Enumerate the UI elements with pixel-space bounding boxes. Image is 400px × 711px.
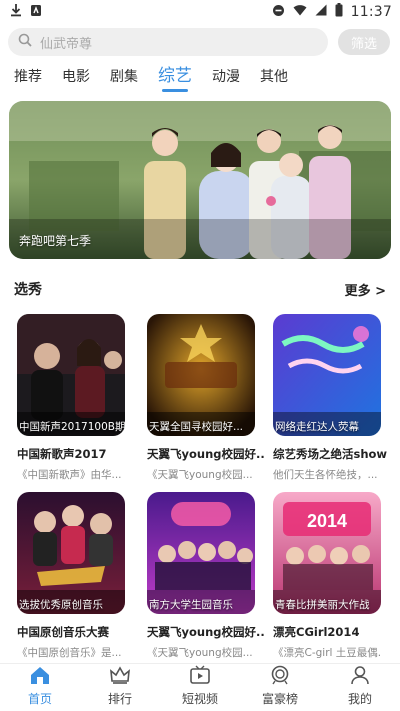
- search-input[interactable]: 仙武帝尊: [8, 28, 328, 56]
- show-card[interactable]: 天翼全国寻校园好... 天翼飞young校园好... 《天翼飞young校园..…: [147, 314, 265, 482]
- show-thumbnail: 南方大学生园音乐: [147, 492, 255, 614]
- show-card[interactable]: 网络走红达人荧幕 综艺秀场之绝活show 他们天生各怀绝技，...: [273, 314, 387, 482]
- tab-anime[interactable]: 动漫: [212, 66, 240, 92]
- show-title: 综艺秀场之绝活show: [273, 447, 388, 461]
- tab-series[interactable]: 剧集: [110, 66, 138, 92]
- nav-home-label: 首页: [27, 692, 52, 706]
- show-title: 漂亮CGirl2014: [273, 625, 360, 639]
- nav-profile-label: 我的: [347, 692, 372, 706]
- status-bar: 11:37: [0, 0, 400, 24]
- show-thumbnail: 网络走红达人荧幕: [273, 314, 381, 436]
- show-card[interactable]: 2014 青春比拼美丽大作战 漂亮CGirl2014 《漂亮C-girl 土豆最…: [273, 492, 381, 660]
- show-title: 中国原创音乐大赛: [17, 625, 109, 639]
- tab-movies[interactable]: 电影: [62, 66, 90, 92]
- show-description: 《中国新歌声》由华...: [17, 469, 122, 481]
- show-description: 《天翼飞young校园...: [147, 647, 253, 659]
- search-icon: [18, 33, 40, 51]
- thumbnail-caption: 青春比拼美丽大作战: [275, 599, 370, 611]
- video-icon: [189, 665, 211, 690]
- section-header: 选秀 更多 >: [14, 279, 386, 299]
- show-description: 他们天生各怀绝技，...: [273, 469, 378, 481]
- nav-rich-list-label: 富豪榜: [261, 692, 298, 706]
- download-icon: [10, 3, 22, 21]
- medal-icon: [269, 665, 291, 690]
- show-title: 天翼飞young校园好...: [147, 625, 265, 639]
- search-placeholder: 仙武帝尊: [40, 36, 93, 52]
- category-tabs: 推荐 电影 剧集 综艺 动漫 其他: [14, 62, 308, 92]
- do-not-disturb-icon: [272, 4, 285, 21]
- nav-rich-list[interactable]: 富豪榜: [240, 664, 320, 711]
- nav-profile[interactable]: 我的: [320, 664, 400, 711]
- nav-short-video-label: 短视频: [181, 692, 218, 706]
- nav-home[interactable]: 首页: [0, 664, 80, 711]
- app-notification-icon: [30, 4, 42, 21]
- svg-text:2014: 2014: [307, 511, 347, 531]
- show-thumbnail: 中国新声2017100B期: [17, 314, 125, 436]
- nav-ranking[interactable]: 排行: [80, 664, 160, 711]
- show-thumbnail: 2014 青春比拼美丽大作战: [273, 492, 381, 614]
- show-card[interactable]: 选拔优秀原创音乐 中国原创音乐大赛 《中国原创音乐》是...: [17, 492, 125, 660]
- bottom-navigation: 首页 排行 短视频 富豪榜 我的: [0, 663, 400, 711]
- thumbnail-caption: 中国新声2017100B期: [19, 421, 125, 433]
- show-thumbnail: 选拔优秀原创音乐: [17, 492, 125, 614]
- thumbnail-caption: 天翼全国寻校园好...: [149, 421, 244, 433]
- featured-banner[interactable]: 奔跑吧第七季: [9, 101, 391, 259]
- wifi-icon: [293, 4, 307, 20]
- show-card[interactable]: 中国新声2017100B期 中国新歌声2017 《中国新歌声》由华...: [17, 314, 125, 482]
- crown-icon: [109, 665, 131, 690]
- tab-other[interactable]: 其他: [260, 66, 288, 92]
- tab-variety[interactable]: 综艺: [158, 61, 192, 92]
- thumbnail-caption: 网络走红达人荧幕: [275, 421, 359, 433]
- show-card[interactable]: 南方大学生园音乐 天翼飞young校园好... 《天翼飞young校园...: [147, 492, 265, 660]
- show-description: 《中国原创音乐》是...: [17, 647, 122, 659]
- search-row: 仙武帝尊 筛选: [8, 28, 392, 56]
- thumbnail-caption: 南方大学生园音乐: [149, 599, 233, 611]
- nav-short-video[interactable]: 短视频: [160, 664, 240, 711]
- show-title: 天翼飞young校园好...: [147, 447, 265, 461]
- more-link[interactable]: 更多 >: [345, 280, 386, 299]
- thumbnail-caption: 选拔优秀原创音乐: [19, 599, 103, 611]
- profile-icon: [349, 665, 371, 690]
- filter-button[interactable]: 筛选: [338, 29, 390, 55]
- battery-icon: [335, 3, 343, 21]
- status-time: 11:37: [350, 4, 392, 20]
- show-description: 《天翼飞young校园...: [147, 469, 253, 481]
- tab-recommend[interactable]: 推荐: [14, 66, 42, 92]
- signal-icon: [315, 4, 327, 20]
- show-thumbnail: 天翼全国寻校园好...: [147, 314, 255, 436]
- home-icon: [29, 665, 51, 690]
- banner-caption: 奔跑吧第七季: [19, 234, 92, 248]
- show-title: 中国新歌声2017: [17, 447, 107, 461]
- section-title: 选秀: [14, 282, 42, 298]
- nav-ranking-label: 排行: [107, 692, 132, 706]
- show-description: 《漂亮C-girl 土豆最偶...: [273, 647, 381, 659]
